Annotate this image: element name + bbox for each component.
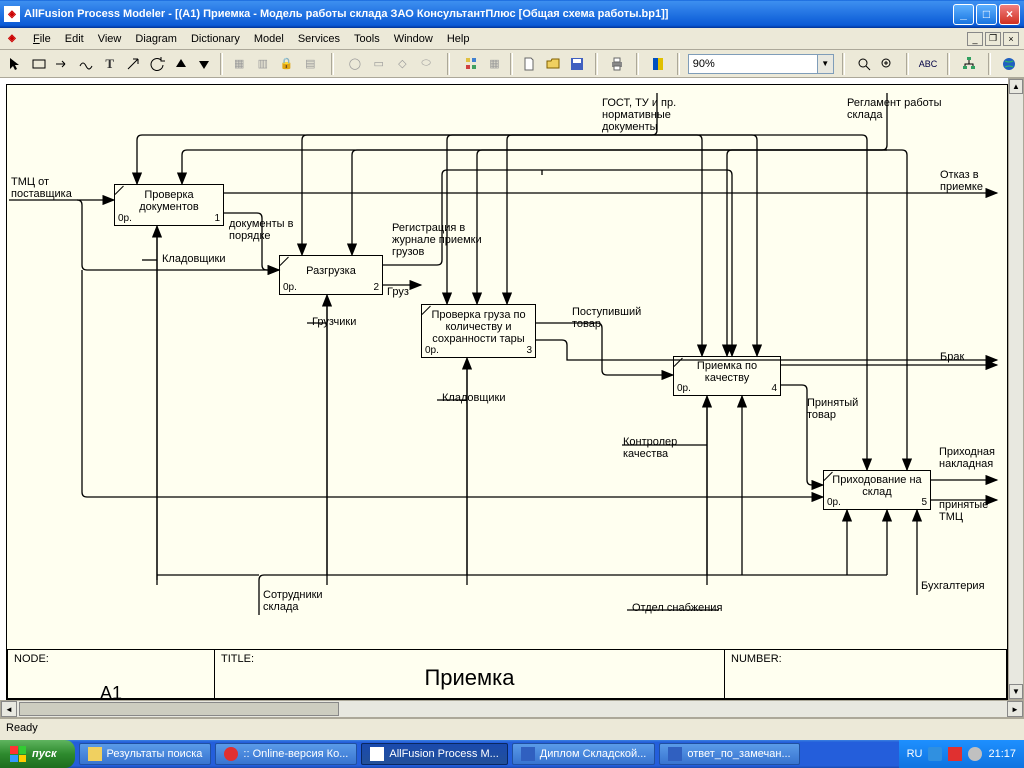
tray-volume-icon[interactable] [968, 747, 982, 761]
model-icon[interactable] [460, 53, 482, 75]
zoom-combo[interactable]: ▼ [688, 54, 834, 74]
menu-view[interactable]: View [91, 31, 129, 47]
scroll-up-icon[interactable]: ▲ [1009, 79, 1023, 94]
new-icon[interactable] [518, 53, 540, 75]
maximize-button[interactable]: □ [976, 4, 997, 25]
globe-icon[interactable] [999, 53, 1021, 75]
taskbar-item[interactable]: Диплом Складской... [512, 743, 656, 765]
squiggle-tool[interactable] [75, 53, 97, 75]
taskbar-item[interactable]: AllFusion Process M... [361, 743, 507, 765]
print-icon[interactable] [606, 53, 628, 75]
menu-tools[interactable]: Tools [347, 31, 387, 47]
canvas-area: ГОСТ, ТУ и пр. нормативные документы Рег… [0, 78, 1024, 718]
mdi-restore[interactable]: ❐ [985, 32, 1001, 46]
footer-number-cell: NUMBER: [724, 649, 1007, 699]
toolbar: T ▦ ▥ 🔒 ▤ ◯ ▭ ◇ ⬭ ▦ ▼ ABC [0, 50, 1024, 78]
menu-services[interactable]: Services [291, 31, 347, 47]
taskbar: пуск Результаты поиска :: Online-версия … [0, 740, 1024, 768]
tree-icon[interactable] [958, 53, 980, 75]
taskbar-item[interactable]: ответ_по_замечан... [659, 743, 799, 765]
start-button[interactable]: пуск [0, 740, 75, 768]
tray-shield-icon[interactable] [928, 747, 942, 761]
taskbar-item[interactable]: Результаты поиска [79, 743, 212, 765]
status-text: Ready [6, 722, 38, 734]
mdi-close[interactable]: × [1003, 32, 1019, 46]
doc-icon: ◈ [4, 31, 20, 47]
language-indicator[interactable]: RU [907, 748, 923, 760]
open-icon[interactable] [542, 53, 564, 75]
zoom-input[interactable] [688, 54, 818, 74]
arrows-layer [7, 85, 1007, 699]
spellcheck-icon[interactable]: ABC [917, 53, 939, 75]
clock[interactable]: 21:17 [988, 748, 1016, 760]
box-tool[interactable] [28, 53, 50, 75]
down-tool[interactable] [194, 53, 216, 75]
statusbar: Ready [0, 718, 1024, 740]
undo-icon[interactable] [146, 53, 168, 75]
pointer-tool[interactable] [4, 53, 26, 75]
window-title: AllFusion Process Modeler - [(A1) Приемк… [24, 8, 668, 20]
window-titlebar: ◈ AllFusion Process Modeler - [(A1) Прие… [0, 0, 1024, 28]
scroll-down-icon[interactable]: ▼ [1009, 684, 1023, 699]
text-tool[interactable]: T [99, 53, 121, 75]
menu-diagram[interactable]: Diagram [128, 31, 184, 47]
system-tray[interactable]: RU 21:17 [899, 740, 1024, 768]
title-label: TITLE: [221, 653, 254, 665]
menu-help[interactable]: Help [440, 31, 477, 47]
flag-icon[interactable] [647, 53, 669, 75]
zoom-100-icon[interactable] [876, 53, 898, 75]
report-icon[interactable]: ▦ [484, 53, 506, 75]
save-icon[interactable] [566, 53, 588, 75]
menu-model[interactable]: Model [247, 31, 291, 47]
goto-tool[interactable] [123, 53, 145, 75]
lock-icon[interactable]: 🔒 [276, 53, 298, 75]
grid-icon[interactable]: ▤ [299, 53, 321, 75]
scroll-thumb[interactable] [19, 702, 339, 716]
shape1-icon[interactable]: ◯ [344, 53, 366, 75]
zoom-dropdown[interactable]: ▼ [818, 54, 834, 74]
diagram-canvas[interactable]: ГОСТ, ТУ и пр. нормативные документы Рег… [6, 84, 1008, 700]
menu-edit[interactable]: Edit [58, 31, 91, 47]
shape2-icon[interactable]: ▭ [368, 53, 390, 75]
footer-node-cell: NODE: A1 [7, 649, 215, 699]
up-tool[interactable] [170, 53, 192, 75]
number-label: NUMBER: [731, 653, 782, 665]
tray-avira-icon[interactable] [948, 747, 962, 761]
shape3-icon[interactable]: ◇ [392, 53, 414, 75]
minimize-button[interactable]: _ [953, 4, 974, 25]
footer-title-cell: TITLE: Приемка [214, 649, 725, 699]
menu-file[interactable]: File [26, 31, 58, 47]
vertical-scrollbar[interactable]: ▲ ▼ [1008, 78, 1024, 700]
arrow-tool[interactable] [51, 53, 73, 75]
zoom-fit-icon[interactable] [853, 53, 875, 75]
title-value: Приемка [221, 665, 718, 691]
horizontal-scrollbar[interactable]: ◄ ► [0, 700, 1024, 718]
align1-icon[interactable]: ▦ [228, 53, 250, 75]
windows-logo-icon [10, 746, 26, 762]
menubar: ◈ File Edit View Diagram Dictionary Mode… [0, 28, 1024, 50]
app-icon: ◈ [4, 6, 20, 22]
mdi-minimize[interactable]: _ [967, 32, 983, 46]
shape4-icon[interactable]: ⬭ [415, 53, 437, 75]
scroll-right-icon[interactable]: ► [1007, 701, 1023, 717]
node-label: NODE: [14, 653, 49, 665]
close-button[interactable]: × [999, 4, 1020, 25]
align2-icon[interactable]: ▥ [252, 53, 274, 75]
menu-dictionary[interactable]: Dictionary [184, 31, 247, 47]
menu-window[interactable]: Window [387, 31, 440, 47]
taskbar-item[interactable]: :: Online-версия Ко... [215, 743, 357, 765]
scroll-left-icon[interactable]: ◄ [1, 701, 17, 717]
node-value: A1 [14, 665, 208, 700]
